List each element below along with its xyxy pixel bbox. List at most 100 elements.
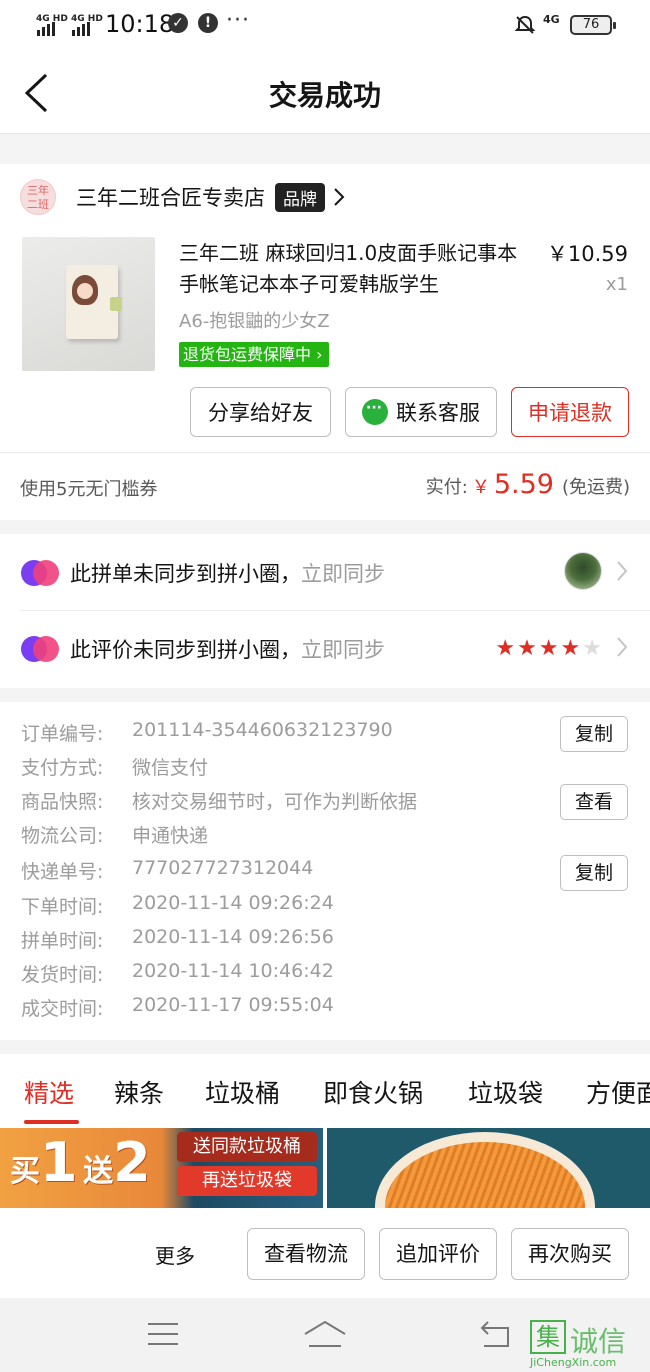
promo-headline: 买1 送2: [10, 1136, 151, 1190]
promo-banner-basket[interactable]: [327, 1128, 650, 1208]
order-info-key: 拼单时间:: [21, 930, 104, 952]
order-info-value: 201114-354460632123790: [132, 719, 393, 741]
product-thumbnail[interactable]: [22, 237, 155, 371]
add-review-button[interactable]: 追加评价: [379, 1228, 497, 1280]
store-header[interactable]: 三年 二班 三年二班合匠专卖店 品牌: [20, 178, 345, 216]
wechat-chat-icon: [362, 399, 388, 425]
order-info-value: 申通快递: [132, 825, 209, 847]
share-button[interactable]: 分享给好友: [190, 387, 331, 437]
clock: 10:18: [105, 10, 175, 38]
chevron-right-icon: [617, 561, 628, 581]
store-name: 三年二班合匠专卖店: [76, 186, 265, 210]
refund-label: 申请退款: [528, 401, 612, 425]
watermark-logo: 集: [530, 1320, 566, 1354]
copy-button[interactable]: 复制: [560, 716, 628, 752]
more-notifications-icon: ···: [226, 8, 250, 33]
tab-item[interactable]: 垃圾袋: [468, 1074, 543, 1110]
promo-banner-trash-can[interactable]: 买1 送2 送同款垃圾桶 再送垃圾袋: [0, 1128, 323, 1208]
star-icon: ★: [582, 636, 602, 661]
pinxiaoquan-icon: [21, 636, 59, 662]
order-info-row: 发货时间: 2020-11-14 10:46:42: [21, 960, 334, 987]
active-tab-indicator: [24, 1120, 79, 1124]
order-info-key: 订单编号:: [21, 723, 104, 745]
guarantee-label: 退货包运费保障中: [183, 345, 312, 364]
order-info-key: 物流公司:: [21, 825, 104, 847]
watermark-text: 诚信: [570, 1325, 627, 1358]
chevron-right-icon: [617, 637, 628, 657]
order-info-value: 777027727312044: [132, 857, 314, 879]
sync-group-row[interactable]: 此拼单未同步到拼小圈，立即同步: [0, 534, 650, 611]
product-spec: A6-抱银鼬的少女Z: [179, 311, 330, 332]
page-title: 交易成功: [268, 79, 381, 112]
view-logistics-button[interactable]: 查看物流: [247, 1228, 365, 1280]
home-icon[interactable]: [303, 1320, 347, 1348]
recommendation-tabs: 精选 辣条 垃圾桶 即食火锅 垃圾袋 方便面: [0, 1054, 650, 1130]
star-icon: ★: [495, 636, 516, 661]
signal-icon-1: [37, 22, 55, 36]
store-logo: 三年 二班: [20, 179, 56, 215]
coupon-text: 使用5元无门槛券: [20, 479, 158, 500]
message-icon: ✓: [168, 13, 188, 33]
product-name[interactable]: 三年二班 麻球回归1.0皮面手账记事本手帐笔记本本子可爱韩版学生: [179, 238, 529, 300]
contact-label: 联系客服: [396, 401, 480, 425]
shipping-guarantee-badge[interactable]: 退货包运费保障中 ›: [179, 342, 329, 367]
status-bar: 4G HD 4G HD 10:18 ✓ ! ··· 4G 76: [0, 0, 650, 52]
brand-badge: 品牌: [275, 182, 325, 212]
sync-review-text: 此评价未同步到拼小圈，立即同步: [70, 634, 385, 664]
tab-item[interactable]: 即食火锅: [323, 1074, 423, 1110]
sync-review-link[interactable]: 立即同步: [301, 638, 385, 662]
network-4g-label: 4G: [543, 13, 560, 26]
order-info-key: 快递单号:: [21, 861, 104, 883]
mute-bell-icon: [514, 15, 536, 34]
notebook-strap: [110, 297, 122, 311]
order-info-value: 2020-11-14 10:46:42: [132, 960, 334, 982]
back-nav-icon[interactable]: [478, 1320, 514, 1348]
order-info-row: 物流公司: 申通快递: [21, 821, 208, 848]
order-info-key: 发货时间:: [21, 964, 104, 986]
alert-icon: !: [198, 13, 218, 33]
promo-two: 2: [113, 1131, 151, 1194]
promo-buy: 买: [10, 1154, 40, 1189]
order-info-row: 拼单时间: 2020-11-14 09:26:56: [21, 926, 334, 953]
section-gap: [0, 688, 650, 702]
refund-button[interactable]: 申请退款: [511, 387, 629, 437]
order-info-section: 订单编号: 201114-354460632123790 复制 支付方式: 微信支付 商品…: [0, 702, 650, 1040]
order-info-value: 2020-11-14 09:26:24: [132, 892, 334, 914]
buy-again-button[interactable]: 再次购买: [511, 1228, 629, 1280]
tab-item[interactable]: 垃圾桶: [205, 1074, 280, 1110]
watermark-site: JiChengXin.com: [530, 1356, 617, 1369]
order-info-row: 商品快照: 核对交易细节时，可作为判断依据: [21, 787, 417, 814]
paid-label: 实付:: [425, 477, 468, 498]
menu-icon[interactable]: [146, 1320, 180, 1348]
girl-face: [77, 283, 93, 299]
tab-item[interactable]: 辣条: [114, 1074, 164, 1110]
view-snapshot-button[interactable]: 查看: [560, 784, 628, 820]
order-info-row: 快递单号: 777027727312044: [21, 857, 313, 884]
payment-summary: 使用5元无门槛券 实付: ￥ 5.59 (免运费): [0, 452, 650, 520]
paid-currency: ￥: [471, 477, 490, 498]
order-info-value: 2020-11-17 09:55:04: [132, 994, 334, 1016]
contact-service-button[interactable]: 联系客服: [345, 387, 497, 437]
sync-group-text: 此拼单未同步到拼小圈，立即同步: [70, 558, 385, 588]
sync-review-row[interactable]: 此评价未同步到拼小圈，立即同步 ★ ★ ★ ★ ★: [0, 610, 650, 686]
bottom-action-bar: 更多 查看物流 追加评价 再次购买: [0, 1208, 650, 1298]
section-gap: [0, 1040, 650, 1054]
tab-item[interactable]: 方便面: [586, 1074, 650, 1110]
order-info-key: 成交时间:: [21, 998, 104, 1020]
star-icon: ★: [538, 636, 559, 661]
sync-group-link[interactable]: 立即同步: [301, 562, 385, 586]
shipping-note: (免运费): [561, 477, 630, 498]
promo-tag-1: 送同款垃圾桶: [177, 1132, 317, 1162]
tab-item[interactable]: 精选: [24, 1074, 74, 1110]
star-icon: ★: [517, 636, 537, 661]
promo-give: 送: [83, 1154, 114, 1189]
signal-icon-2: [72, 22, 90, 36]
star-icon: ★: [560, 636, 581, 661]
order-info-key: 商品快照:: [21, 791, 104, 813]
order-info-row: 订单编号: 201114-354460632123790: [21, 719, 393, 746]
copy-button[interactable]: 复制: [560, 855, 628, 891]
order-info-row: 成交时间: 2020-11-17 09:55:04: [21, 994, 334, 1021]
order-info-row: 支付方式: 微信支付: [21, 753, 208, 780]
more-button[interactable]: 更多: [155, 1240, 195, 1269]
promo-tag-2: 再送垃圾袋: [177, 1166, 317, 1196]
